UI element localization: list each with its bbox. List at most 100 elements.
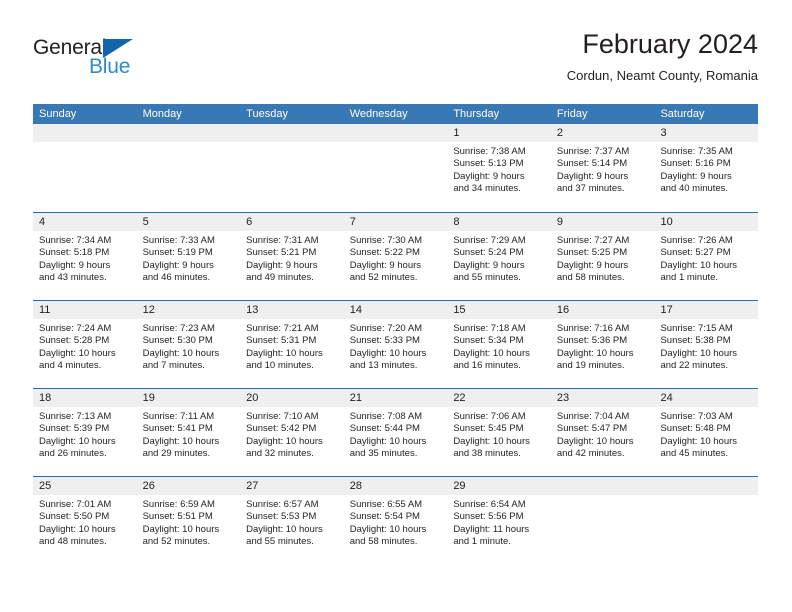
daylight-duration-line1: Daylight: 10 hours [39,347,116,359]
daylight-duration-line2: and 45 minutes. [660,448,729,460]
daylight-duration-line2: and 35 minutes. [349,448,418,460]
calendar-day-cell-empty [654,477,759,564]
day-details: Sunrise: 7:33 AM Sunset: 5:19 PM Daylight:… [137,231,241,285]
calendar-day-cell[interactable]: 25 Sunrise: 7:01 AM Sunset: 5:50 PM Dayligh… [33,477,137,564]
day-number: 16 [550,301,655,319]
calendar-day-cell[interactable]: 26 Sunrise: 6:59 AM Sunset: 5:51 PM Dayligh… [136,477,241,564]
sunrise-time: Sunrise: 7:04 AM [556,411,630,422]
daylight-duration-line1: Daylight: 10 hours [453,435,530,447]
calendar-day-cell-empty [33,124,137,212]
day-details: Sunrise: 7:20 AM Sunset: 5:33 PM Daylight:… [344,319,448,373]
weekday-header-monday: Monday [142,108,182,120]
day-details: Sunrise: 7:11 AM Sunset: 5:41 PM Daylight:… [137,407,241,461]
calendar-page: General Blue February 2024 Cordun, Neamt… [0,0,792,612]
daylight-duration-line2: and 7 minutes. [142,360,205,372]
day-number: 25 [33,477,137,495]
daylight-duration-line2: and 49 minutes. [246,272,314,284]
calendar-day-cell[interactable]: 8 Sunrise: 7:29 AM Sunset: 5:24 PM Daylight… [447,213,551,300]
daylight-duration-line1: Daylight: 9 hours [556,170,629,182]
calendar-day-cell[interactable]: 19 Sunrise: 7:11 AM Sunset: 5:41 PM Dayligh… [136,389,241,476]
sunrise-time: Sunrise: 7:31 AM [246,235,319,246]
sunrise-time: Sunrise: 7:23 AM [142,323,215,334]
calendar-day-cell[interactable]: 6 Sunrise: 7:31 AM Sunset: 5:21 PM Daylight… [240,213,344,300]
calendar-day-cell[interactable]: 16 Sunrise: 7:16 AM Sunset: 5:36 PM Dayligh… [550,301,655,388]
day-details: Sunrise: 7:04 AM Sunset: 5:47 PM Daylight:… [551,407,655,461]
day-details: Sunrise: 7:21 AM Sunset: 5:31 PM Daylight:… [240,319,344,373]
sunset-time: Sunset: 5:25 PM [556,247,628,259]
day-number: 29 [447,477,551,495]
sunset-time: Sunset: 5:53 PM [246,511,317,523]
day-number: 24 [654,389,759,407]
calendar-grid: Sunday Monday Tuesday Wednesday Thursday… [33,104,759,564]
day-details: Sunrise: 7:16 AM Sunset: 5:36 PM Daylight:… [551,319,655,373]
calendar-weeks: 1 Sunrise: 7:38 AM Sunset: 5:13 PM Daylight… [33,124,759,564]
calendar-day-cell[interactable]: 29 Sunrise: 6:54 AM Sunset: 5:56 PM Dayligh… [447,477,551,564]
calendar-day-cell[interactable]: 21 Sunrise: 7:08 AM Sunset: 5:44 PM Dayligh… [343,389,448,476]
calendar-day-cell[interactable]: 20 Sunrise: 7:10 AM Sunset: 5:42 PM Dayligh… [240,389,344,476]
day-details: Sunrise: 7:35 AM Sunset: 5:16 PM Daylight:… [654,142,758,196]
calendar-day-cell[interactable]: 1 Sunrise: 7:38 AM Sunset: 5:13 PM Daylight… [447,124,551,212]
calendar-day-cell[interactable]: 23 Sunrise: 7:04 AM Sunset: 5:47 PM Dayligh… [550,389,655,476]
day-details: Sunrise: 7:10 AM Sunset: 5:42 PM Daylight:… [240,407,344,461]
calendar-day-cell[interactable]: 15 Sunrise: 7:18 AM Sunset: 5:34 PM Dayligh… [447,301,551,388]
day-details: Sunrise: 7:06 AM Sunset: 5:45 PM Daylight:… [447,407,551,461]
sunset-time: Sunset: 5:16 PM [660,158,731,170]
weekday-header-wednesday: Wednesday [349,108,408,120]
daylight-duration-line2: and 58 minutes. [556,272,625,284]
daylight-duration-line2: and 55 minutes. [453,272,521,284]
sunrise-time: Sunrise: 7:37 AM [556,146,630,157]
sunrise-time: Sunrise: 7:30 AM [349,235,423,246]
calendar-day-cell[interactable]: 5 Sunrise: 7:33 AM Sunset: 5:19 PM Daylight… [136,213,241,300]
calendar-day-cell[interactable]: 9 Sunrise: 7:27 AM Sunset: 5:25 PM Daylight… [550,213,655,300]
day-number [136,124,241,142]
calendar-day-cell[interactable]: 24 Sunrise: 7:03 AM Sunset: 5:48 PM Dayligh… [654,389,759,476]
calendar-day-cell[interactable]: 7 Sunrise: 7:30 AM Sunset: 5:22 PM Daylight… [343,213,448,300]
calendar-day-cell[interactable]: 12 Sunrise: 7:23 AM Sunset: 5:30 PM Dayligh… [136,301,241,388]
daylight-duration-line2: and 43 minutes. [39,272,107,284]
daylight-duration-line2: and 32 minutes. [246,448,314,460]
sunset-time: Sunset: 5:54 PM [349,511,420,523]
calendar-day-cell-empty [240,124,344,212]
day-number: 1 [447,124,551,142]
sunset-time: Sunset: 5:21 PM [246,247,317,259]
calendar-day-cell[interactable]: 3 Sunrise: 7:35 AM Sunset: 5:16 PM Daylight… [654,124,759,212]
calendar-week-row: 1 Sunrise: 7:38 AM Sunset: 5:13 PM Daylight… [33,124,759,212]
day-number: 7 [343,213,448,231]
calendar-day-cell[interactable]: 27 Sunrise: 6:57 AM Sunset: 5:53 PM Dayligh… [240,477,344,564]
sunset-time: Sunset: 5:36 PM [556,335,628,347]
day-number [240,124,344,142]
weekday-header-saturday: Saturday [660,108,705,120]
weekday-header-tuesday: Tuesday [246,108,288,120]
calendar-day-cell[interactable]: 28 Sunrise: 6:55 AM Sunset: 5:54 PM Dayligh… [343,477,448,564]
sunrise-time: Sunrise: 7:15 AM [660,323,733,334]
calendar-day-cell[interactable]: 17 Sunrise: 7:15 AM Sunset: 5:38 PM Dayligh… [654,301,759,388]
calendar-day-cell[interactable]: 2 Sunrise: 7:37 AM Sunset: 5:14 PM Daylight… [550,124,655,212]
daylight-duration-line2: and 1 minute. [660,272,719,284]
daylight-duration-line1: Daylight: 9 hours [142,259,214,271]
sunrise-time: Sunrise: 7:34 AM [39,235,112,246]
calendar-day-cell[interactable]: 22 Sunrise: 7:06 AM Sunset: 5:45 PM Dayligh… [447,389,551,476]
daylight-duration-line2: and 38 minutes. [453,448,521,460]
sunrise-time: Sunrise: 7:20 AM [349,323,423,334]
day-number: 8 [447,213,551,231]
logo-text-blue: Blue [89,55,131,78]
daylight-duration-line2: and 40 minutes. [660,183,729,195]
daylight-duration-line1: Daylight: 10 hours [453,347,530,359]
day-number: 21 [343,389,448,407]
daylight-duration-line1: Daylight: 10 hours [246,523,323,535]
page-subtitle: Cordun, Neamt County, Romania [566,68,758,83]
calendar-day-cell[interactable]: 14 Sunrise: 7:20 AM Sunset: 5:33 PM Dayligh… [343,301,448,388]
daylight-duration-line1: Daylight: 9 hours [246,259,318,271]
calendar-day-cell[interactable]: 13 Sunrise: 7:21 AM Sunset: 5:31 PM Dayligh… [240,301,344,388]
calendar-day-cell[interactable]: 11 Sunrise: 7:24 AM Sunset: 5:28 PM Dayligh… [33,301,137,388]
calendar-day-cell[interactable]: 18 Sunrise: 7:13 AM Sunset: 5:39 PM Dayligh… [33,389,137,476]
sunset-time: Sunset: 5:48 PM [660,423,731,435]
day-number: 20 [240,389,344,407]
day-details: Sunrise: 7:01 AM Sunset: 5:50 PM Daylight:… [33,495,137,549]
calendar-day-cell[interactable]: 10 Sunrise: 7:26 AM Sunset: 5:27 PM Dayligh… [654,213,759,300]
sunrise-time: Sunrise: 7:06 AM [453,411,526,422]
calendar-day-cell[interactable]: 4 Sunrise: 7:34 AM Sunset: 5:18 PM Daylight… [33,213,137,300]
day-number: 10 [654,213,759,231]
day-details: Sunrise: 7:30 AM Sunset: 5:22 PM Daylight:… [344,231,448,285]
day-number [550,477,655,495]
